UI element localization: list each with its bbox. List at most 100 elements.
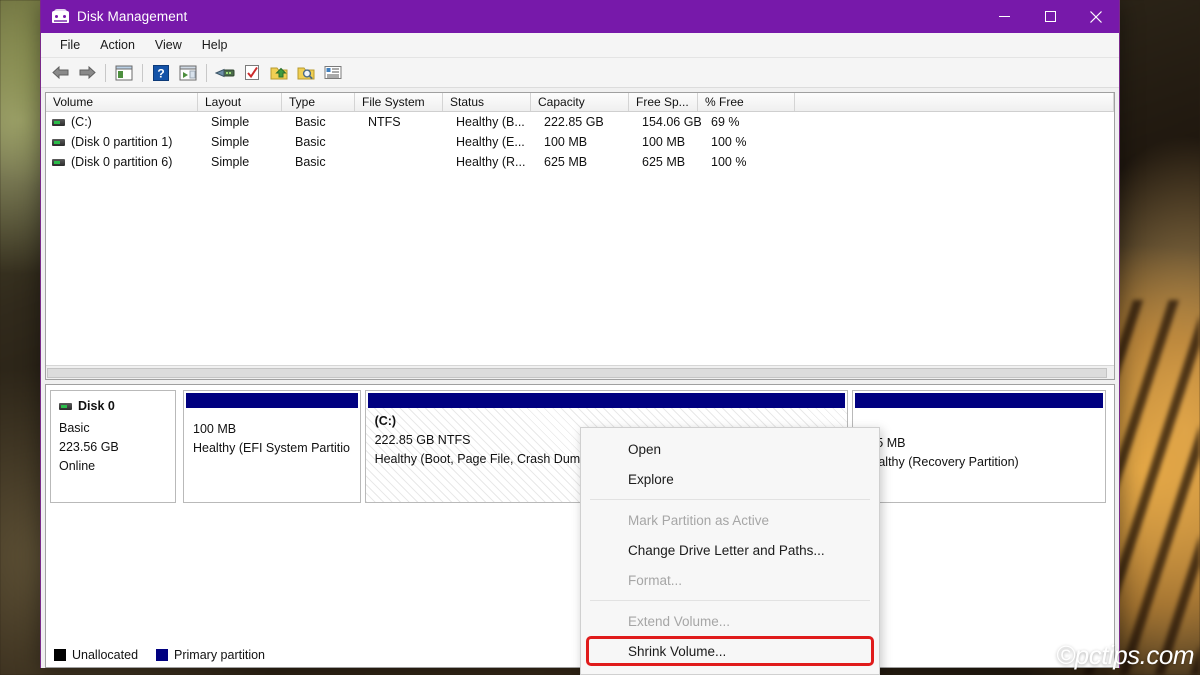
back-arrow-icon[interactable]	[47, 61, 73, 85]
forward-arrow-icon[interactable]	[74, 61, 100, 85]
close-icon[interactable]	[1073, 0, 1119, 33]
context-menu-item-change-drive-letter-and-paths[interactable]: Change Drive Letter and Paths...	[581, 535, 879, 565]
toolbar-separator	[105, 63, 106, 82]
context-menu-item-explore[interactable]: Explore	[581, 464, 879, 494]
partition-size-label: 625 MB	[862, 436, 906, 450]
partition-status-label: Healthy (EFI System Partitio	[193, 441, 350, 455]
cell-volume: (C:)	[71, 115, 92, 129]
volume-icon	[52, 158, 65, 166]
context-menu-separator	[590, 600, 870, 601]
table-row[interactable]: (Disk 0 partition 1) Simple Basic Health…	[46, 132, 1114, 152]
disk-name-label: Disk 0	[78, 399, 115, 413]
maximize-icon[interactable]	[1027, 0, 1073, 33]
cell-capacity: 625 MB	[544, 155, 588, 169]
column-header-free-space[interactable]: Free Sp...	[629, 93, 698, 111]
window-controls	[981, 0, 1119, 33]
disk-info-panel[interactable]: Disk 0 Basic 223.56 GB Online	[50, 390, 176, 503]
disk-type-label: Basic	[59, 421, 90, 435]
partition-size-label: 100 MB	[193, 422, 237, 436]
column-header-file-system[interactable]: File System	[355, 93, 443, 111]
scrollbar-thumb[interactable]	[47, 368, 1107, 378]
table-row[interactable]: (C:) Simple Basic NTFS Healthy (B... 222…	[46, 112, 1114, 132]
context-menu-item-extend-volume: Extend Volume...	[628, 613, 731, 629]
disk-drive-icon	[52, 9, 69, 24]
menu-item-file[interactable]: File	[50, 35, 90, 55]
cell-volume: (Disk 0 partition 6)	[71, 155, 173, 169]
help-icon[interactable]: ?	[148, 61, 174, 85]
partition-color-bar	[855, 393, 1104, 408]
search-folder-icon[interactable]	[293, 61, 319, 85]
cell-type: Basic	[295, 115, 326, 129]
cell-file-system: NTFS	[368, 115, 401, 129]
cell-free-space: 625 MB	[642, 155, 686, 169]
partition-color-bar	[367, 393, 846, 408]
cell-status: Healthy (E...	[456, 135, 525, 149]
context-menu-item-delete-volume: Delete Volume...	[581, 666, 879, 675]
menu-item-action[interactable]: Action	[90, 35, 145, 55]
column-header-filler[interactable]	[795, 93, 1114, 111]
volume-list-pane: Volume Layout Type File System Status Ca…	[45, 92, 1115, 380]
context-menu-item-format: Format...	[628, 572, 683, 588]
minimize-icon[interactable]	[981, 0, 1027, 33]
properties-icon[interactable]	[239, 61, 265, 85]
toolbar-separator	[206, 63, 207, 82]
legend-label-primary: Primary partition	[174, 647, 266, 662]
context-menu-item-open[interactable]: Open	[581, 434, 879, 464]
legend-swatch-primary	[156, 648, 169, 661]
cell-capacity: 100 MB	[544, 135, 588, 149]
cell-type: Basic	[295, 135, 326, 149]
context-menu-item-shrink-volume[interactable]: Shrink Volume...	[586, 636, 874, 666]
disk-title: Disk 0	[59, 399, 175, 413]
menu-bar: File Action View Help	[41, 33, 1119, 58]
disk-size-label: 223.56 GB	[59, 440, 119, 454]
disk-icon	[59, 402, 72, 410]
partition-status-label: Healthy (Recovery Partition)	[862, 455, 1019, 469]
column-header-type[interactable]: Type	[282, 93, 355, 111]
cell-status: Healthy (R...	[456, 155, 526, 169]
disk-state-label: Online	[59, 459, 96, 473]
table-row[interactable]: (Disk 0 partition 6) Simple Basic Health…	[46, 152, 1114, 172]
toolbar: ?	[41, 58, 1119, 88]
cell-volume: (Disk 0 partition 1)	[71, 135, 173, 149]
rescan-disks-icon[interactable]	[212, 61, 238, 85]
column-header-layout[interactable]: Layout	[198, 93, 282, 111]
volume-list-rows: (C:) Simple Basic NTFS Healthy (B... 222…	[46, 112, 1114, 365]
cell-percent-free: 100 %	[711, 155, 747, 169]
partition-block-efi[interactable]: 100 MB Healthy (EFI System Partitio	[183, 390, 361, 503]
volume-list-horizontal-scrollbar[interactable]	[46, 365, 1114, 379]
column-header-status[interactable]: Status	[443, 93, 531, 111]
cell-free-space: 100 MB	[642, 135, 686, 149]
cell-layout: Simple	[211, 155, 250, 169]
column-header-capacity[interactable]: Capacity	[531, 93, 629, 111]
cell-percent-free: 69 %	[711, 115, 740, 129]
toolbar-separator	[142, 63, 143, 82]
volume-list-header: Volume Layout Type File System Status Ca…	[46, 93, 1114, 112]
title-bar: Disk Management	[41, 0, 1119, 33]
show-hide-console-tree-icon[interactable]	[111, 61, 137, 85]
show-hide-action-pane-icon[interactable]	[175, 61, 201, 85]
column-header-percent-free[interactable]: % Free	[698, 93, 795, 111]
cell-layout: Simple	[211, 115, 250, 129]
legend-swatch-unallocated	[54, 648, 66, 661]
volume-icon	[52, 118, 65, 126]
export-list-icon[interactable]	[266, 61, 292, 85]
watermark: ©pctips.com	[1056, 640, 1194, 670]
menu-item-view[interactable]: View	[145, 35, 192, 55]
cell-percent-free: 100 %	[711, 135, 747, 149]
column-header-volume[interactable]: Volume	[46, 93, 198, 111]
cell-layout: Simple	[211, 135, 250, 149]
window-title: Disk Management	[77, 9, 188, 24]
cell-status: Healthy (B...	[456, 115, 525, 129]
cell-capacity: 222.85 GB	[544, 115, 604, 129]
cell-free-space: 154.06 GB	[642, 115, 702, 129]
list-view-icon[interactable]	[320, 61, 346, 85]
context-menu-separator	[590, 499, 870, 500]
svg-text:?: ?	[157, 66, 164, 80]
volume-context-menu: Open Explore Mark Partition as Active Ch…	[580, 427, 880, 675]
partition-color-bar	[186, 393, 358, 408]
volume-icon	[52, 138, 65, 146]
menu-item-help[interactable]: Help	[192, 35, 238, 55]
legend-label-unallocated: Unallocated	[72, 647, 139, 662]
cell-type: Basic	[295, 155, 326, 169]
partition-block-recovery[interactable]: 625 MB Healthy (Recovery Partition)	[852, 390, 1107, 503]
